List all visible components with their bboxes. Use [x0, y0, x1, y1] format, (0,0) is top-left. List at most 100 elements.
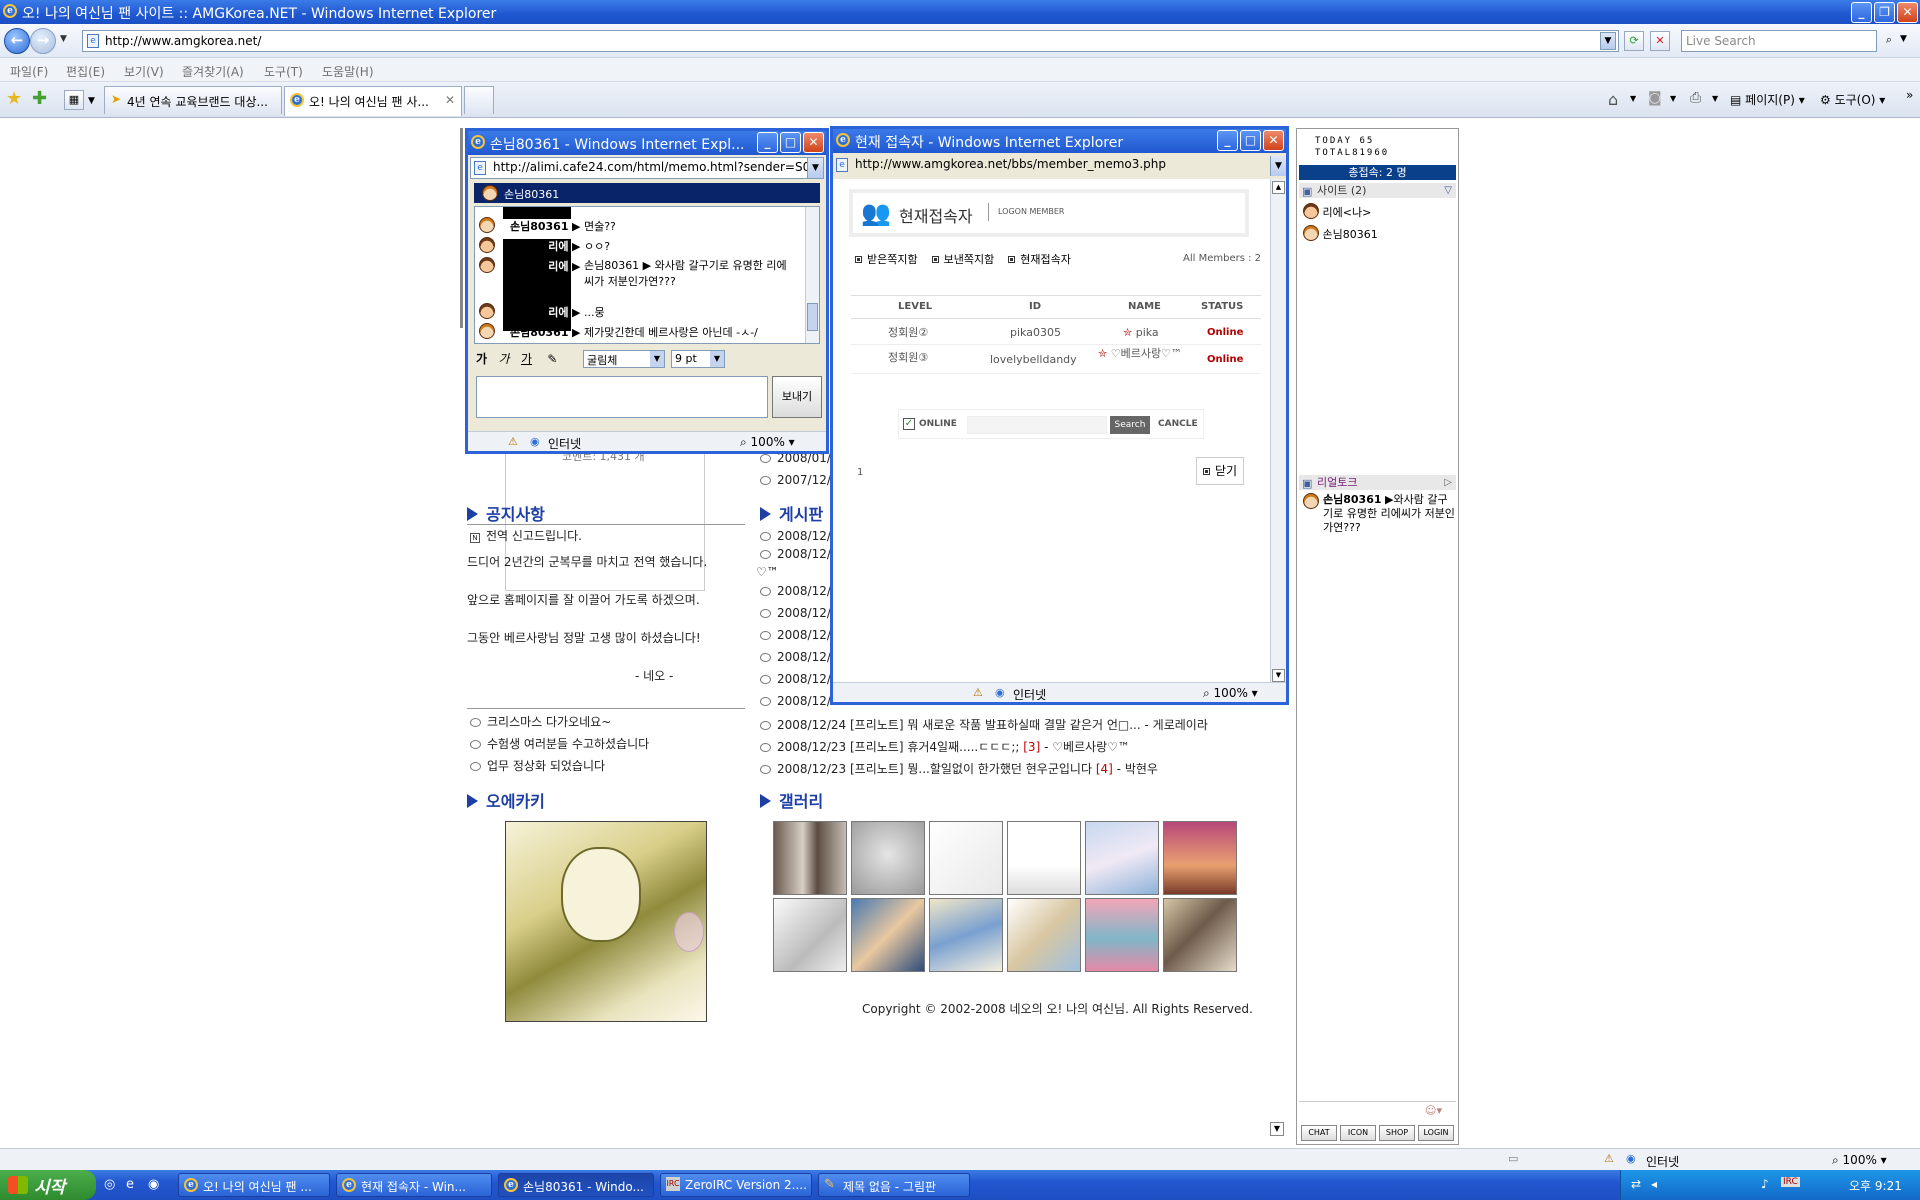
member-name[interactable]: ✮ ♡베르사랑♡™	[1098, 347, 1193, 360]
gallery-thumb[interactable]	[773, 821, 847, 895]
board-row[interactable]: 2008/12/2	[760, 529, 839, 543]
board-row[interactable]: 2008/12/23 [프리노트] 휴거4일째.....ㄷㄷㄷ;; [3] - …	[760, 738, 1130, 755]
clock[interactable]: 오후 9:21	[1849, 1177, 1902, 1194]
scroll-up-icon[interactable]: ▲	[1272, 181, 1285, 194]
member-titlebar[interactable]: e 현재 접속자 - Windows Internet Explorer _ □…	[833, 129, 1286, 153]
gallery-thumb[interactable]	[1007, 898, 1081, 972]
close-button[interactable]: 닫기	[1196, 457, 1244, 485]
volume-icon[interactable]: ♪	[1761, 1177, 1769, 1191]
print-icon[interactable]: ⎙	[1690, 90, 1701, 106]
send-button[interactable]: 보내기	[772, 376, 822, 418]
realtalk-header[interactable]: ▣ 리얼토크 ▷	[1299, 475, 1456, 490]
gallery-thumb[interactable]	[773, 898, 847, 972]
message-input[interactable]	[476, 376, 768, 418]
chat-scrollbar[interactable]	[805, 207, 819, 343]
task-member[interactable]: e 현재 접속자 - Win...	[336, 1173, 492, 1197]
gallery-section-title[interactable]: 갤러리	[760, 788, 823, 812]
board-row[interactable]: 2008/12/23 [프리노트] 뭥...할일없이 한가했던 현우군입니다 […	[760, 760, 1158, 777]
stop-icon[interactable]: ✕	[1650, 31, 1670, 51]
online-checkbox[interactable]: ✓	[903, 418, 915, 430]
tab-amgkorea[interactable]: e 오! 나의 여신님 팬 사... ✕	[284, 86, 462, 116]
menu-favorites[interactable]: 즐겨찾기(A)	[182, 63, 244, 80]
search-button[interactable]: Search	[1110, 416, 1150, 434]
site-users-header[interactable]: ▣ 사이트 (2) ▽	[1299, 183, 1456, 198]
oekaki-section-title[interactable]: 오에카키	[467, 788, 545, 812]
member-address-bar[interactable]: e http://www.amgkorea.net/bbs/member_mem…	[833, 153, 1286, 179]
address-bar[interactable]: e http://www.amgkorea.net/ ▼	[82, 30, 1619, 52]
task-paint[interactable]: ✎ 제목 없음 - 그림판	[818, 1173, 970, 1197]
print-dropdown-icon[interactable]: ▼	[1712, 94, 1718, 103]
sent-memos-link[interactable]: 보낸쪽지함	[931, 253, 994, 266]
feeds-dropdown-icon[interactable]: ▼	[1670, 94, 1676, 103]
italic-button[interactable]: 가	[499, 352, 510, 366]
scroll-down-icon[interactable]: ▼	[1270, 1122, 1284, 1136]
memo-chat-log[interactable]: 손님80361 ▶ 면술?? 리에 ▶ ㅇㅇ? 리에 ▶ 손님80361 ▶ 와…	[474, 206, 820, 344]
notice-list-item[interactable]: 업무 정상화 되었습니다	[470, 757, 605, 774]
minimize-button[interactable]: _	[1851, 2, 1872, 23]
quicklaunch-media-icon[interactable]: ◉	[148, 1177, 159, 1192]
board-row[interactable]: 2007/12/3	[760, 473, 839, 487]
chat-button[interactable]: CHAT	[1301, 1125, 1337, 1141]
board-row[interactable]: 2008/12/2	[760, 672, 839, 686]
member-name[interactable]: ✮ pika	[1123, 326, 1159, 339]
notice-first-item[interactable]: N 전역 신고드립니다.	[470, 527, 582, 544]
gallery-thumb[interactable]	[851, 821, 925, 895]
scroll-down-icon[interactable]: ▼	[1272, 669, 1285, 682]
restore-button[interactable]: ❐	[1874, 2, 1895, 23]
search-options-icon[interactable]: ▼	[1900, 34, 1907, 44]
gallery-thumb[interactable]	[1163, 898, 1237, 972]
notice-list-item[interactable]: 수험생 여러분들 수고하셨습니다	[470, 735, 649, 752]
memo-recipient[interactable]: 손님80361	[474, 183, 820, 203]
member-id[interactable]: lovelybelldandy	[990, 353, 1077, 366]
task-memo[interactable]: e 손님80361 - Windo...	[498, 1173, 654, 1197]
forward-button[interactable]: →	[30, 28, 56, 54]
add-favorite-icon[interactable]: ✚	[32, 88, 47, 109]
favorites-star-icon[interactable]: ★	[6, 88, 22, 109]
tray-dropdown-icon[interactable]: ◂	[1651, 1177, 1657, 1191]
address-dropdown-icon[interactable]: ▼	[1600, 32, 1616, 50]
menu-tools[interactable]: 도구(T)	[264, 63, 303, 80]
bold-button[interactable]: 가	[476, 352, 487, 366]
menu-view[interactable]: 보기(V)	[124, 63, 164, 80]
scroll-thumb[interactable]	[807, 303, 818, 331]
shop-button[interactable]: SHOP	[1379, 1125, 1415, 1141]
minimize-button[interactable]: _	[1217, 130, 1238, 151]
maximize-button[interactable]: □	[1240, 130, 1261, 151]
notice-section-title[interactable]: 공지사항	[467, 501, 545, 525]
cancel-button[interactable]: CANCLE	[1158, 419, 1198, 429]
current-members-link[interactable]: 현재접속자	[1008, 253, 1071, 266]
memo-address-bar[interactable]: e http://alimi.cafe24.com/html/memo.html…	[470, 157, 824, 179]
chevron-icon[interactable]: »	[1906, 88, 1913, 102]
member-id[interactable]: pika0305	[1010, 326, 1061, 339]
board-row[interactable]: 2008/12/24 [프리노트] 뭐 새로운 작품 발표하실때 결말 같은거 …	[760, 716, 1208, 733]
member-scrollbar[interactable]: ▲ ▼	[1270, 179, 1286, 684]
gallery-thumb[interactable]	[1085, 821, 1159, 895]
window-titlebar[interactable]: e 오! 나의 여신님 팬 사이트 :: AMGKorea.NET - Wind…	[0, 0, 1920, 24]
irc-tray-icon[interactable]: IRC	[1781, 1177, 1800, 1187]
search-icon[interactable]: ⌕	[1880, 31, 1898, 51]
expand-icon[interactable]: ▷	[1444, 475, 1452, 490]
history-dropdown-icon[interactable]: ▼	[60, 34, 67, 44]
new-tab-button[interactable]	[464, 86, 494, 114]
network-icon[interactable]: ⇄	[1631, 1177, 1641, 1191]
tab-education[interactable]: ➤ 4년 연속 교육브랜드 대상...	[104, 86, 282, 114]
tools-menu[interactable]: ⚙ 도구(O) ▾	[1820, 91, 1885, 108]
address-dropdown-icon[interactable]: ▼	[807, 158, 823, 178]
zoom-control[interactable]: ⌕ 100% ▾	[1203, 686, 1258, 701]
home-icon[interactable]: ⌂	[1608, 90, 1618, 109]
board-row[interactable]: 2008/12/2	[760, 628, 839, 642]
underline-button[interactable]: 가	[521, 352, 532, 366]
memo-titlebar[interactable]: e 손님80361 - Windows Internet Expl... _ □…	[468, 131, 826, 155]
board-row[interactable]: 2008/12/2	[760, 694, 839, 708]
color-picker-icon[interactable]: ✎	[547, 352, 557, 366]
tab-list-icon[interactable]: ▼	[88, 96, 95, 106]
user-item[interactable]: 리에<나>	[1303, 203, 1371, 220]
close-button[interactable]: ✕	[803, 132, 824, 153]
emoticon-icon[interactable]: ☺▾	[1425, 1104, 1442, 1117]
feeds-icon[interactable]: ◙	[1648, 90, 1662, 106]
address-dropdown-icon[interactable]: ▼	[1270, 156, 1286, 176]
zoom-control[interactable]: ⌕ 100% ▾	[1832, 1153, 1887, 1168]
home-dropdown-icon[interactable]: ▼	[1630, 94, 1636, 103]
page-number[interactable]: 1	[857, 467, 863, 478]
font-select[interactable]: 굴림체 ▼	[583, 350, 665, 368]
